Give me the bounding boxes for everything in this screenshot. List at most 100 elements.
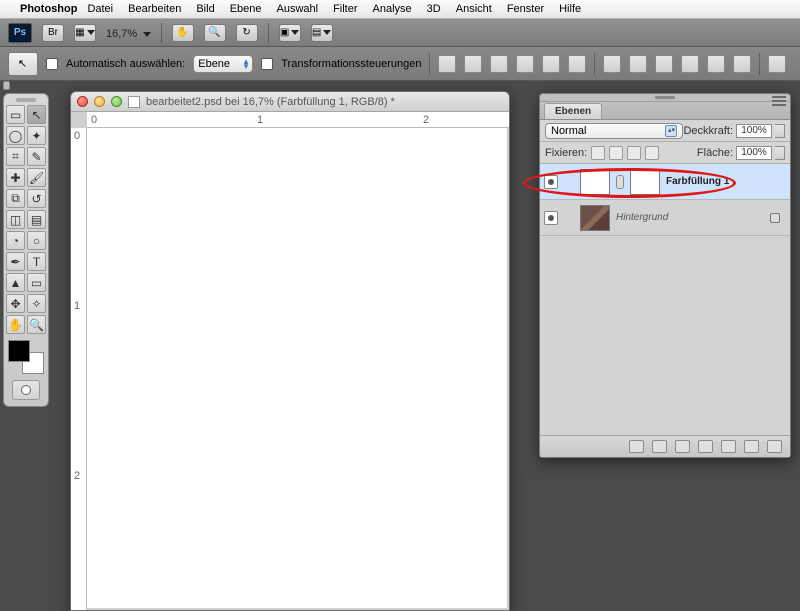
distribute-top-icon[interactable] bbox=[603, 55, 621, 73]
layer-name[interactable]: Farbfüllung 1 bbox=[666, 176, 729, 187]
panel-grip[interactable] bbox=[540, 94, 790, 102]
adjustment-layer-icon[interactable] bbox=[698, 440, 713, 453]
zoom-window-icon[interactable] bbox=[111, 96, 122, 107]
delete-layer-icon[interactable] bbox=[767, 440, 782, 453]
lasso-tool[interactable]: ◯ bbox=[6, 126, 25, 145]
distribute-left-icon[interactable] bbox=[681, 55, 699, 73]
align-bottom-icon[interactable] bbox=[490, 55, 508, 73]
opacity-slider-icon[interactable] bbox=[775, 124, 785, 138]
layer-name[interactable]: Hintergrund bbox=[616, 212, 668, 223]
opacity-value[interactable]: 100% bbox=[736, 124, 772, 138]
canvas[interactable] bbox=[87, 128, 507, 608]
auto-select-checkbox[interactable] bbox=[46, 58, 58, 70]
move-tool[interactable]: ↖ bbox=[27, 105, 46, 124]
layer-thumbnail[interactable] bbox=[580, 205, 610, 231]
menu-3d[interactable]: 3D bbox=[427, 3, 441, 15]
menu-hilfe[interactable]: Hilfe bbox=[559, 3, 581, 15]
fx-icon[interactable] bbox=[652, 440, 667, 453]
align-top-icon[interactable] bbox=[438, 55, 456, 73]
minimize-icon[interactable] bbox=[94, 96, 105, 107]
dodge-tool[interactable]: ○ bbox=[27, 231, 46, 250]
ruler-horizontal[interactable]: 0 1 2 bbox=[87, 112, 509, 128]
lock-transparency-icon[interactable] bbox=[591, 146, 605, 160]
panel-menu-icon[interactable] bbox=[772, 96, 786, 106]
blur-tool[interactable]: ◔ bbox=[6, 231, 25, 250]
eyedropper-tool[interactable]: ✎ bbox=[27, 147, 46, 166]
document-titlebar[interactable]: bearbeitet2.psd bei 16,7% (Farbfüllung 1… bbox=[71, 92, 509, 112]
menu-filter[interactable]: Filter bbox=[333, 3, 357, 15]
tab-ebenen[interactable]: Ebenen bbox=[544, 103, 602, 119]
ruler-vertical[interactable]: 0 1 2 bbox=[71, 128, 87, 610]
document-proxy-icon[interactable] bbox=[128, 96, 140, 108]
fill-value[interactable]: 100% bbox=[736, 146, 772, 160]
crop-tool[interactable]: ⌗ bbox=[6, 147, 25, 166]
close-icon[interactable] bbox=[77, 96, 88, 107]
history-brush-tool[interactable]: ↺ bbox=[27, 189, 46, 208]
menu-auswahl[interactable]: Auswahl bbox=[277, 3, 319, 15]
menu-fenster[interactable]: Fenster bbox=[507, 3, 544, 15]
distribute-right-icon[interactable] bbox=[733, 55, 751, 73]
quick-mask-toggle[interactable] bbox=[12, 380, 40, 400]
menu-analyse[interactable]: Analyse bbox=[373, 3, 412, 15]
bridge-button[interactable]: Br bbox=[42, 24, 64, 42]
auto-align-icon[interactable] bbox=[768, 55, 786, 73]
group-icon[interactable] bbox=[721, 440, 736, 453]
align-vcenter-icon[interactable] bbox=[464, 55, 482, 73]
visibility-toggle-icon[interactable] bbox=[544, 211, 558, 225]
distribute-vcenter-icon[interactable] bbox=[629, 55, 647, 73]
gradient-tool[interactable]: ▤ bbox=[27, 210, 46, 229]
eraser-tool[interactable]: ◫ bbox=[6, 210, 25, 229]
stamp-tool[interactable]: ⧉ bbox=[6, 189, 25, 208]
ps-home-icon[interactable]: Ps bbox=[8, 23, 32, 43]
color-swatches[interactable] bbox=[8, 340, 44, 374]
auto-select-dropdown[interactable]: Ebene▴▾ bbox=[193, 55, 253, 73]
layer-row[interactable]: Farbfüllung 1 bbox=[540, 164, 790, 200]
mask-thumbnail[interactable] bbox=[630, 169, 660, 195]
panel-collapse-strip[interactable] bbox=[3, 81, 10, 90]
app-name[interactable]: Photoshop bbox=[20, 3, 77, 15]
hand-tool[interactable]: ✋ bbox=[6, 315, 25, 334]
align-left-icon[interactable] bbox=[516, 55, 534, 73]
foreground-color-swatch[interactable] bbox=[8, 340, 30, 362]
distribute-bottom-icon[interactable] bbox=[655, 55, 673, 73]
hand-icon[interactable]: ✋ bbox=[172, 24, 194, 42]
mask-link-icon[interactable] bbox=[616, 175, 624, 189]
menu-datei[interactable]: Datei bbox=[87, 3, 113, 15]
add-mask-icon[interactable] bbox=[675, 440, 690, 453]
current-tool-icon[interactable]: ↖ bbox=[8, 52, 38, 76]
zoom-level[interactable]: 16,7% bbox=[106, 26, 151, 40]
blend-mode-dropdown[interactable]: Normal▴▾ bbox=[545, 123, 683, 139]
menu-bearbeiten[interactable]: Bearbeiten bbox=[128, 3, 181, 15]
screen-mode-button[interactable]: ▣ bbox=[279, 24, 301, 42]
distribute-hcenter-icon[interactable] bbox=[707, 55, 725, 73]
brush-tool[interactable]: 🖌 bbox=[27, 168, 46, 187]
rotate-view-icon[interactable]: ↻ bbox=[236, 24, 258, 42]
align-hcenter-icon[interactable] bbox=[542, 55, 560, 73]
zoom-tool[interactable]: 🔍 bbox=[27, 315, 46, 334]
menu-ebene[interactable]: Ebene bbox=[230, 3, 262, 15]
transform-controls-checkbox[interactable] bbox=[261, 58, 273, 70]
type-tool[interactable]: T bbox=[27, 252, 46, 271]
link-layers-icon[interactable] bbox=[629, 440, 644, 453]
menu-ansicht[interactable]: Ansicht bbox=[456, 3, 492, 15]
fill-slider-icon[interactable] bbox=[775, 146, 785, 160]
shape-tool[interactable]: ▭ bbox=[27, 273, 46, 292]
zoom-icon[interactable]: 🔍 bbox=[204, 24, 226, 42]
lock-all-icon[interactable] bbox=[645, 146, 659, 160]
lock-position-icon[interactable] bbox=[627, 146, 641, 160]
layer-row[interactable]: Hintergrund bbox=[540, 200, 790, 236]
palette-grip[interactable] bbox=[16, 98, 36, 102]
quick-select-tool[interactable]: ✦ bbox=[27, 126, 46, 145]
new-layer-icon[interactable] bbox=[744, 440, 759, 453]
arrange-docs-button[interactable]: ▤ bbox=[311, 24, 333, 42]
3d-tool[interactable]: ✥ bbox=[6, 294, 25, 313]
path-select-tool[interactable]: ▲ bbox=[6, 273, 25, 292]
lock-pixels-icon[interactable] bbox=[609, 146, 623, 160]
marquee-tool[interactable]: ▭ bbox=[6, 105, 25, 124]
healing-tool[interactable]: ✚ bbox=[6, 168, 25, 187]
visibility-toggle-icon[interactable] bbox=[544, 175, 558, 189]
menu-bild[interactable]: Bild bbox=[196, 3, 214, 15]
3d-camera-tool[interactable]: ✧ bbox=[27, 294, 46, 313]
align-right-icon[interactable] bbox=[568, 55, 586, 73]
pen-tool[interactable]: ✒ bbox=[6, 252, 25, 271]
